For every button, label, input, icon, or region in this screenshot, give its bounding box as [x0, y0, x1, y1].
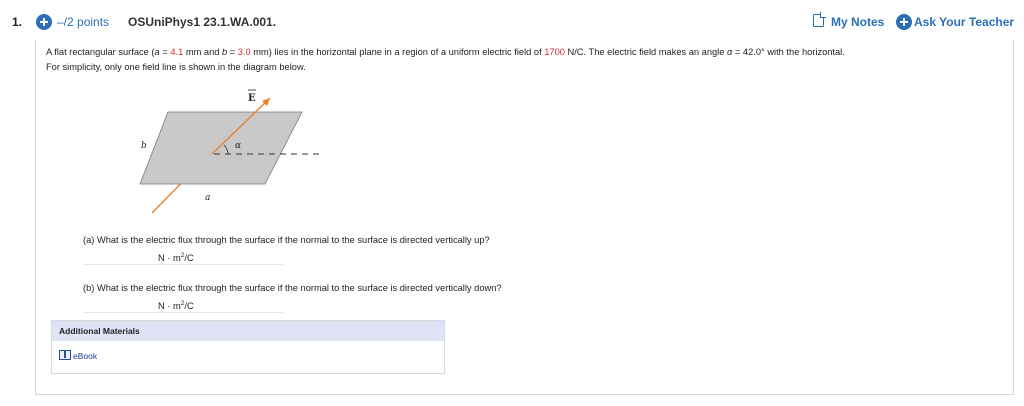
a-value: 4.1 — [170, 47, 184, 57]
part-a-question: (a) What is the electric flux through th… — [83, 235, 490, 245]
part-b-question: (b) What is the electric flux through th… — [83, 283, 502, 293]
book-icon[interactable] — [59, 350, 71, 360]
ask-teacher-link[interactable]: Ask Your Teacher — [914, 15, 1014, 29]
label-b: b — [141, 141, 147, 151]
field-value: 1700 — [544, 47, 565, 57]
label-alpha: α — [235, 141, 241, 151]
additional-materials-title: Additional Materials — [52, 321, 444, 341]
part-a-unit: N · m2/C — [158, 252, 194, 264]
part-b-unit: N · m2/C — [158, 300, 194, 312]
part-b-answer-input[interactable] — [83, 297, 153, 312]
field-diagram: E α b a — [130, 82, 330, 217]
additional-materials-box: Additional Materials eBook — [51, 320, 445, 374]
plane-surface — [139, 111, 303, 185]
label-E: E — [248, 93, 256, 104]
points-link[interactable]: –/2 points — [57, 15, 109, 29]
question-number: 1. — [12, 15, 23, 29]
question-header: 1. –/2 points OSUniPhys1 23.1.WA.001. My… — [0, 0, 1024, 40]
part-a-answer-input[interactable] — [83, 249, 153, 264]
notes-icon[interactable] — [813, 12, 826, 27]
my-notes-link[interactable]: My Notes — [831, 15, 884, 29]
expand-plus-icon[interactable] — [36, 14, 52, 30]
label-a: a — [205, 193, 210, 203]
problem-statement: A flat rectangular surface (a = 4.1 mm a… — [46, 47, 845, 72]
problem-line-2: For simplicity, only one field line is s… — [46, 62, 306, 72]
ask-teacher-plus-icon[interactable] — [896, 14, 912, 30]
question-id: OSUniPhys1 23.1.WA.001. — [128, 15, 277, 29]
ebook-link[interactable]: eBook — [73, 351, 97, 361]
b-value: 3.0 — [237, 47, 251, 57]
